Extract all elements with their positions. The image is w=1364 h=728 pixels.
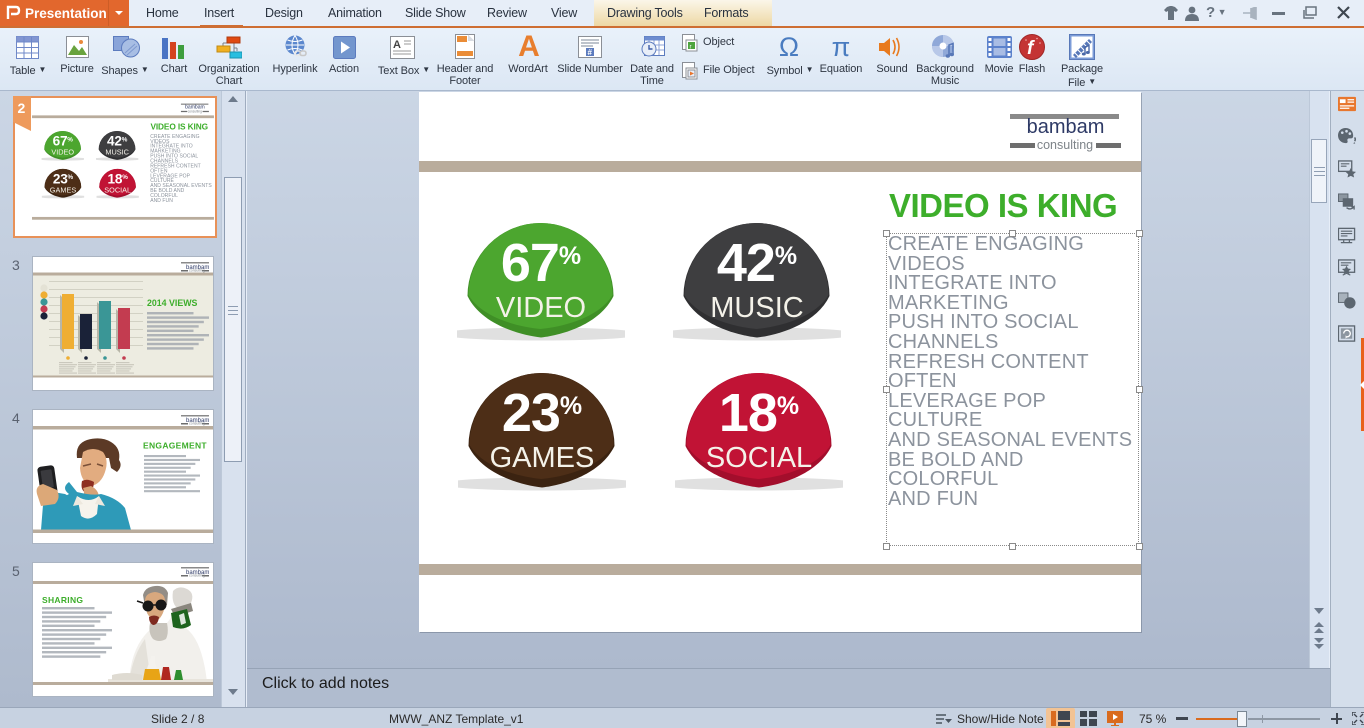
svg-text:A: A — [393, 39, 401, 51]
svg-text:2: 2 — [18, 100, 26, 116]
svg-text:consulting: consulting — [189, 422, 205, 426]
svg-text:#: # — [588, 48, 593, 57]
svg-text:consulting: consulting — [189, 269, 205, 273]
svg-text:consulting: consulting — [189, 574, 205, 578]
svg-text:2014 VIEWS: 2014 VIEWS — [147, 298, 197, 308]
svg-text:ENGAGEMENT: ENGAGEMENT — [143, 441, 207, 451]
svg-text:SHARING: SHARING — [42, 595, 83, 605]
svg-text:r: r — [690, 45, 692, 51]
